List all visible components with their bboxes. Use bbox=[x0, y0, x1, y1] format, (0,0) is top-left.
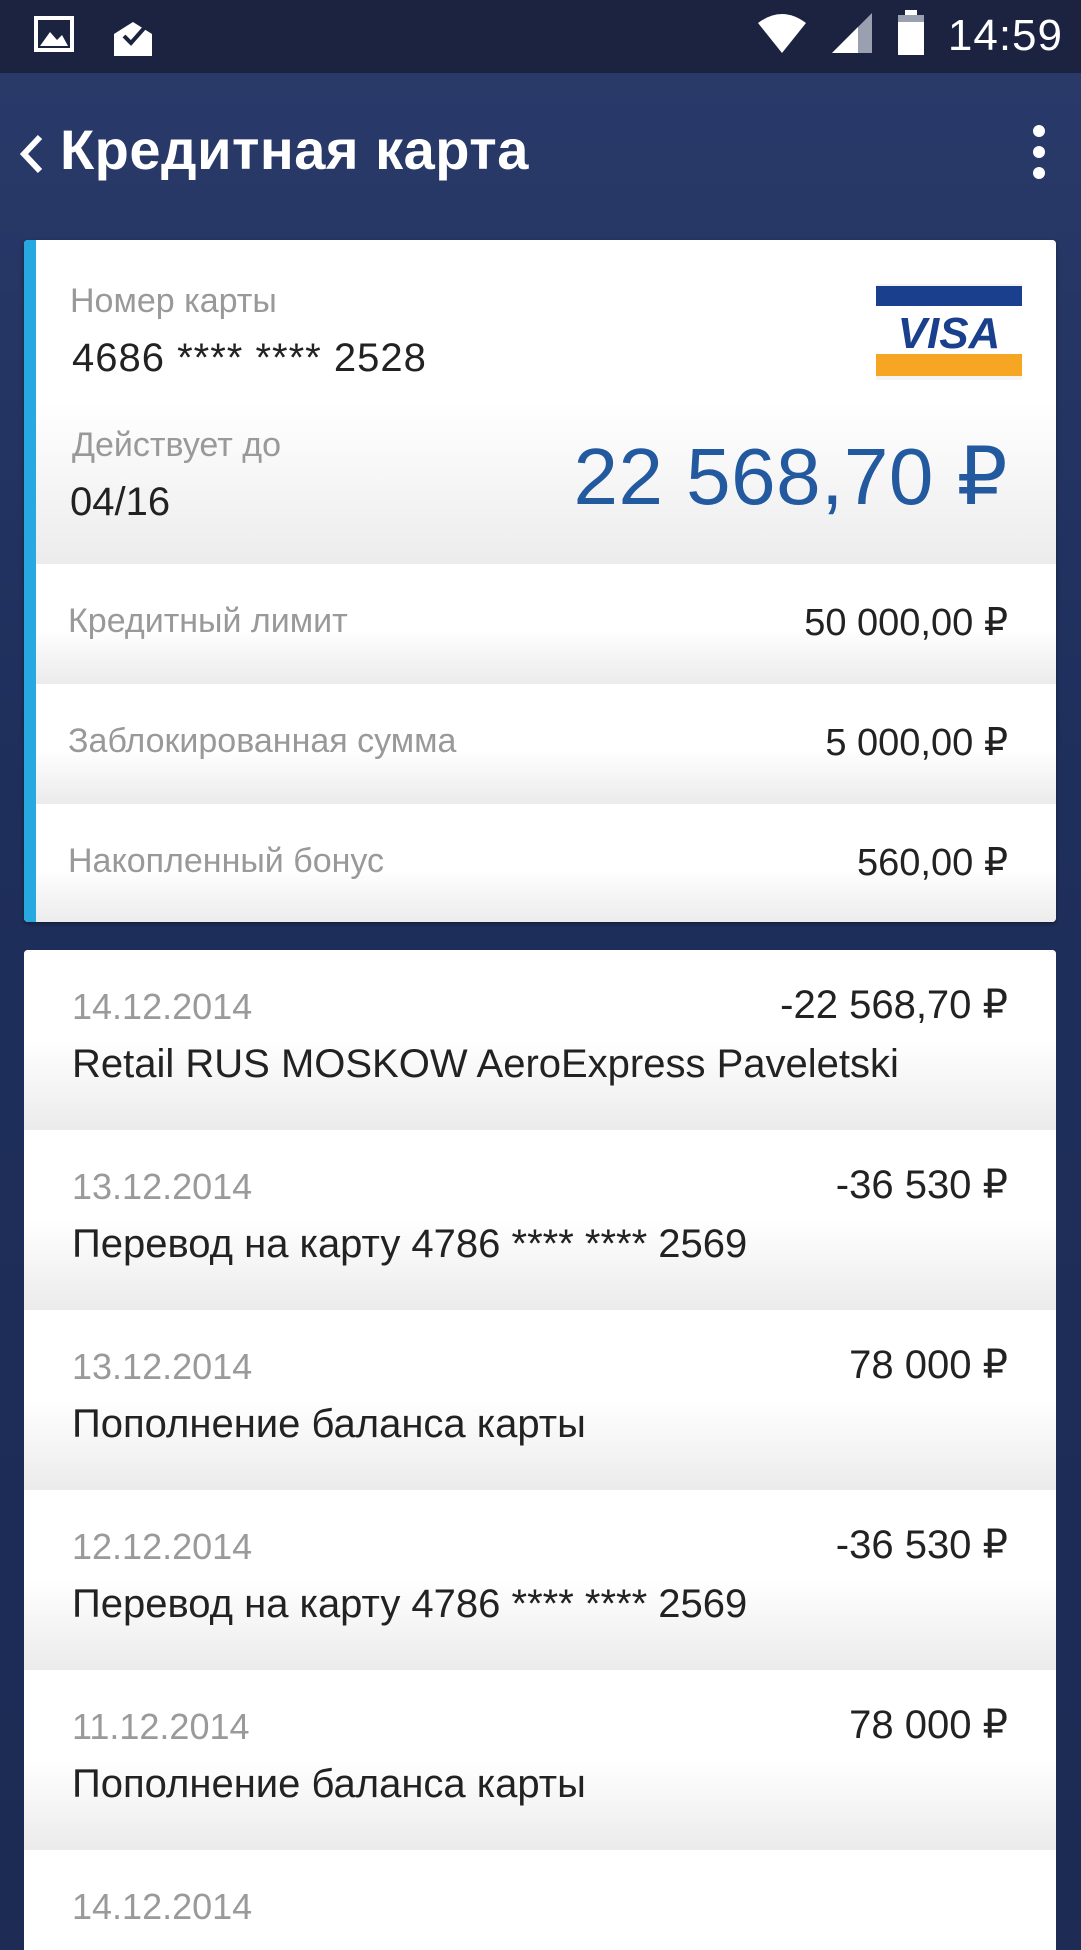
detail-value: 560,00 ₽ bbox=[857, 842, 1008, 884]
transaction-amount: 78 000 ₽ bbox=[849, 1343, 1008, 1387]
back-button[interactable] bbox=[14, 129, 50, 179]
transaction-description: Пополнение баланса карты bbox=[72, 1762, 586, 1806]
detail-row-credit-limit: Кредитный лимит 50 000,00 ₽ bbox=[36, 564, 1056, 684]
transaction-description: Перевод на карту 4786 **** **** 2569 bbox=[72, 1582, 748, 1626]
card-panel: Номер карты 4686 **** **** 2528 Действуе… bbox=[24, 240, 1056, 922]
transaction-row[interactable]: 13.12.2014 78 000 ₽ Пополнение баланса к… bbox=[24, 1310, 1056, 1490]
transactions-list: 14.12.2014 -22 568,70 ₽ Retail RUS MOSKO… bbox=[24, 950, 1056, 1950]
transaction-description: Пополнение баланса карты bbox=[72, 1402, 586, 1446]
wifi-icon bbox=[756, 11, 808, 60]
valid-until: 04/16 bbox=[70, 480, 171, 524]
card-number: 4686 **** **** 2528 bbox=[72, 336, 427, 380]
transaction-row[interactable]: 11.12.2014 78 000 ₽ Пополнение баланса к… bbox=[24, 1670, 1056, 1850]
overflow-menu-button[interactable] bbox=[1019, 119, 1059, 189]
clock: 14:59 bbox=[947, 10, 1063, 60]
card-number-label: Номер карты bbox=[70, 282, 277, 320]
page-title: Кредитная карта bbox=[60, 118, 529, 181]
app-bar: Кредитная карта bbox=[0, 73, 1081, 233]
mail-check-icon bbox=[112, 16, 154, 63]
status-bar: 14:59 bbox=[0, 0, 1081, 73]
transaction-amount: -22 568,70 ₽ bbox=[780, 983, 1008, 1027]
detail-row-blocked-amount: Заблокированная сумма 5 000,00 ₽ bbox=[36, 684, 1056, 804]
detail-label: Накопленный бонус bbox=[68, 842, 384, 880]
transaction-date: 14.12.2014 bbox=[72, 1886, 253, 1927]
transaction-amount: 78 000 ₽ bbox=[849, 1703, 1008, 1747]
detail-value: 5 000,00 ₽ bbox=[825, 722, 1008, 764]
detail-label: Заблокированная сумма bbox=[68, 722, 457, 760]
visa-logo-icon: VISA bbox=[876, 284, 1022, 380]
valid-until-label: Действует до bbox=[72, 426, 281, 464]
signal-icon bbox=[830, 11, 874, 60]
transaction-amount: -36 530 ₽ bbox=[835, 1523, 1008, 1567]
transaction-description: Перевод на карту 4786 **** **** 2569 bbox=[72, 1222, 748, 1266]
detail-row-accumulated-bonus: Накопленный бонус 560,00 ₽ bbox=[36, 804, 1056, 922]
chevron-left-icon bbox=[19, 134, 43, 174]
more-vert-icon bbox=[1033, 125, 1045, 179]
transaction-date: 12.12.2014 bbox=[72, 1526, 253, 1567]
image-icon bbox=[34, 16, 74, 63]
transaction-row[interactable]: 12.12.2014 -36 530 ₽ Перевод на карту 47… bbox=[24, 1490, 1056, 1670]
battery-icon bbox=[896, 10, 926, 61]
transaction-date: 13.12.2014 bbox=[72, 1346, 253, 1387]
detail-label: Кредитный лимит bbox=[68, 602, 348, 640]
transaction-date: 13.12.2014 bbox=[72, 1166, 253, 1207]
transaction-amount: -36 530 ₽ bbox=[835, 1163, 1008, 1207]
detail-value: 50 000,00 ₽ bbox=[804, 602, 1008, 644]
transaction-row[interactable]: 13.12.2014 -36 530 ₽ Перевод на карту 47… bbox=[24, 1130, 1056, 1310]
transaction-date: 11.12.2014 bbox=[72, 1706, 250, 1747]
transaction-description: Retail RUS MOSKOW AeroExpress Paveletski bbox=[72, 1042, 899, 1086]
transaction-date: 14.12.2014 bbox=[72, 986, 253, 1027]
transaction-row[interactable]: 14.12.2014 bbox=[24, 1850, 1056, 1950]
card-summary: Номер карты 4686 **** **** 2528 Действуе… bbox=[36, 240, 1056, 564]
card-balance: 22 568,70 ₽ bbox=[573, 432, 1008, 521]
transaction-row[interactable]: 14.12.2014 -22 568,70 ₽ Retail RUS MOSKO… bbox=[24, 950, 1056, 1130]
card-accent-bar bbox=[24, 240, 36, 922]
visa-brand-text: VISA bbox=[898, 309, 1001, 358]
